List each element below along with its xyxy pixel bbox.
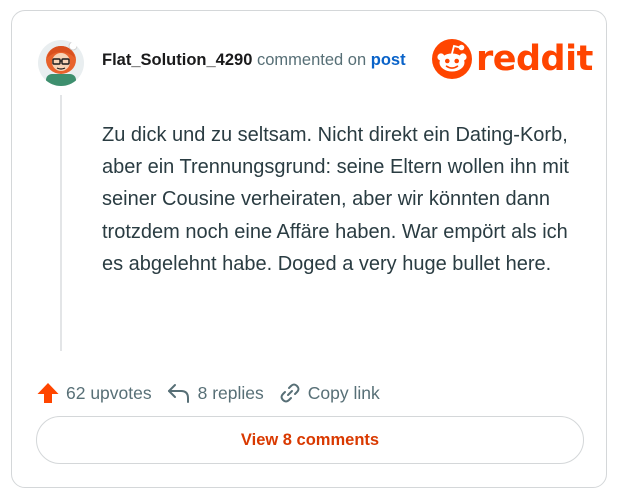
reply-button[interactable]: 8 replies: [166, 381, 264, 405]
avatar[interactable]: [38, 40, 84, 86]
reply-arrow-icon: [167, 384, 189, 403]
reddit-snoo-icon: [432, 39, 472, 79]
reply-count: 8 replies: [197, 382, 264, 403]
view-comments-button[interactable]: View 8 comments: [36, 416, 584, 464]
comment-card: Flat_Solution_4290 commented on post red…: [11, 10, 607, 488]
comment-header: Flat_Solution_4290 commented on post: [102, 51, 406, 70]
post-link[interactable]: post: [371, 51, 406, 69]
action-text: commented on: [256, 51, 367, 69]
upvote-button[interactable]: 62 upvotes: [36, 381, 152, 405]
reddit-logo[interactable]: reddit: [432, 39, 593, 79]
user-avatar-icon: [38, 40, 84, 86]
comment-actions: 62 upvotes 8 replies Copy link: [36, 379, 394, 407]
chain-link-icon: [280, 383, 300, 403]
upvote-count: 62 upvotes: [66, 382, 152, 403]
thread-line: [60, 95, 62, 351]
copy-link-label: Copy link: [307, 382, 380, 403]
comment-body: Zu dick und zu seltsam. Nicht direkt ein…: [102, 124, 569, 275]
reddit-wordmark: reddit: [476, 39, 593, 79]
username[interactable]: Flat_Solution_4290: [102, 51, 252, 69]
view-comments-label: View 8 comments: [240, 430, 380, 449]
copy-link-button[interactable]: Copy link: [278, 381, 380, 405]
upvote-arrow-icon: [37, 383, 59, 403]
